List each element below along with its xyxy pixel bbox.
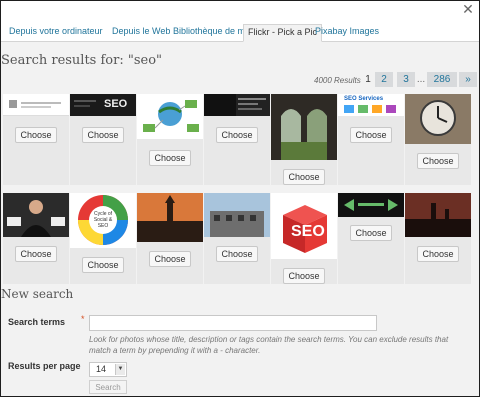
search-help-text: Look for photos whose title, description… — [89, 335, 449, 355]
result-item: Choose — [405, 193, 471, 284]
building-thumbnail[interactable] — [204, 193, 270, 237]
result-item: SEO Services Choose — [338, 94, 404, 185]
city-sunset-thumbnail[interactable] — [405, 193, 471, 237]
seo-services-label: SEO Services — [344, 96, 384, 102]
result-item: Choose — [204, 193, 270, 284]
result-item: Cycle of Social & SEO Choose — [70, 193, 136, 284]
page-3-button[interactable]: 3 — [397, 72, 415, 87]
cycle-label: Cycle of Social & SEO — [93, 211, 113, 229]
seo-cube-thumbnail[interactable]: SEO — [271, 193, 337, 259]
page-last-button[interactable]: 286 — [427, 72, 457, 87]
businessman-thumbnail[interactable] — [3, 193, 69, 237]
results-grid: Choose SEO Choose Choose Choose Choose S… — [1, 94, 479, 284]
page-next-button[interactable]: » — [459, 72, 477, 87]
choose-button[interactable]: Choose — [417, 246, 459, 262]
tab-pixabay-images[interactable]: Pixabay Images — [311, 24, 383, 42]
book-cover-thumbnail[interactable] — [204, 94, 270, 116]
seo-dark-thumbnail[interactable]: SEO — [70, 94, 136, 116]
social-seo-cycle-thumbnail[interactable]: Cycle of Social & SEO — [70, 193, 136, 248]
choose-button[interactable]: Choose — [216, 246, 258, 262]
result-item: Choose — [137, 193, 203, 284]
choose-button[interactable]: Choose — [82, 127, 124, 143]
result-item: Choose — [137, 94, 203, 185]
choose-button[interactable]: Choose — [149, 150, 191, 166]
choose-button[interactable]: Choose — [216, 127, 258, 143]
close-icon[interactable]: ✕ — [461, 2, 475, 16]
tab-bar: Depuis votre ordinateur Depuis le Web Bi… — [1, 21, 479, 42]
sunset-tower-thumbnail[interactable] — [137, 193, 203, 242]
choose-button[interactable]: Choose — [15, 246, 57, 262]
choose-button[interactable]: Choose — [283, 268, 325, 284]
cloister-thumbnail[interactable] — [271, 94, 337, 160]
page-2-button[interactable]: 2 — [375, 72, 393, 87]
chevron-down-icon: ▼ — [115, 364, 125, 375]
choose-button[interactable]: Choose — [350, 127, 392, 143]
seo-services-thumbnail[interactable]: SEO Services — [338, 94, 404, 116]
result-item: Choose — [338, 193, 404, 284]
choose-button[interactable]: Choose — [82, 257, 124, 273]
results-heading: Search results for: "seo" — [1, 53, 163, 68]
seo-banner-thumbnail[interactable] — [3, 94, 69, 116]
choose-button[interactable]: Choose — [417, 153, 459, 169]
clock-tower-thumbnail[interactable] — [405, 94, 471, 144]
seo-cube-label: SEO — [291, 223, 325, 240]
seo-label: SEO — [104, 98, 128, 110]
modal-header: ✕ — [1, 1, 479, 21]
page-current: 1 — [365, 74, 371, 85]
choose-button[interactable]: Choose — [283, 169, 325, 185]
result-item: SEO Choose — [70, 94, 136, 185]
arrows-dark-thumbnail[interactable] — [338, 193, 404, 217]
tab-upload-from-computer[interactable]: Depuis votre ordinateur — [5, 24, 107, 42]
result-item: Choose — [3, 193, 69, 284]
search-terms-input[interactable] — [89, 315, 377, 331]
results-count: 4000 Results — [314, 76, 361, 85]
result-item: Choose — [3, 94, 69, 185]
result-item: Choose — [271, 94, 337, 185]
search-button[interactable]: Search — [89, 380, 127, 394]
new-search-heading: New search — [1, 287, 74, 301]
required-marker: * — [81, 314, 85, 324]
choose-button[interactable]: Choose — [350, 225, 392, 241]
choose-button[interactable]: Choose — [15, 127, 57, 143]
tab-from-web[interactable]: Depuis le Web — [108, 24, 174, 42]
results-per-page-label: Results per page — [8, 361, 81, 371]
result-item: Choose — [405, 94, 471, 185]
results-per-page-value: 14 — [96, 364, 107, 374]
result-item: SEO Choose — [271, 193, 337, 284]
media-modal: ✕ Depuis votre ordinateur Depuis le Web … — [1, 1, 479, 396]
page-ellipsis: ... — [416, 74, 426, 85]
result-item: Choose — [204, 94, 270, 185]
search-terms-label: Search terms — [8, 317, 66, 327]
results-per-page-select[interactable]: 14 ▼ — [89, 362, 127, 377]
choose-button[interactable]: Choose — [149, 251, 191, 267]
globe-network-thumbnail[interactable] — [137, 94, 203, 139]
